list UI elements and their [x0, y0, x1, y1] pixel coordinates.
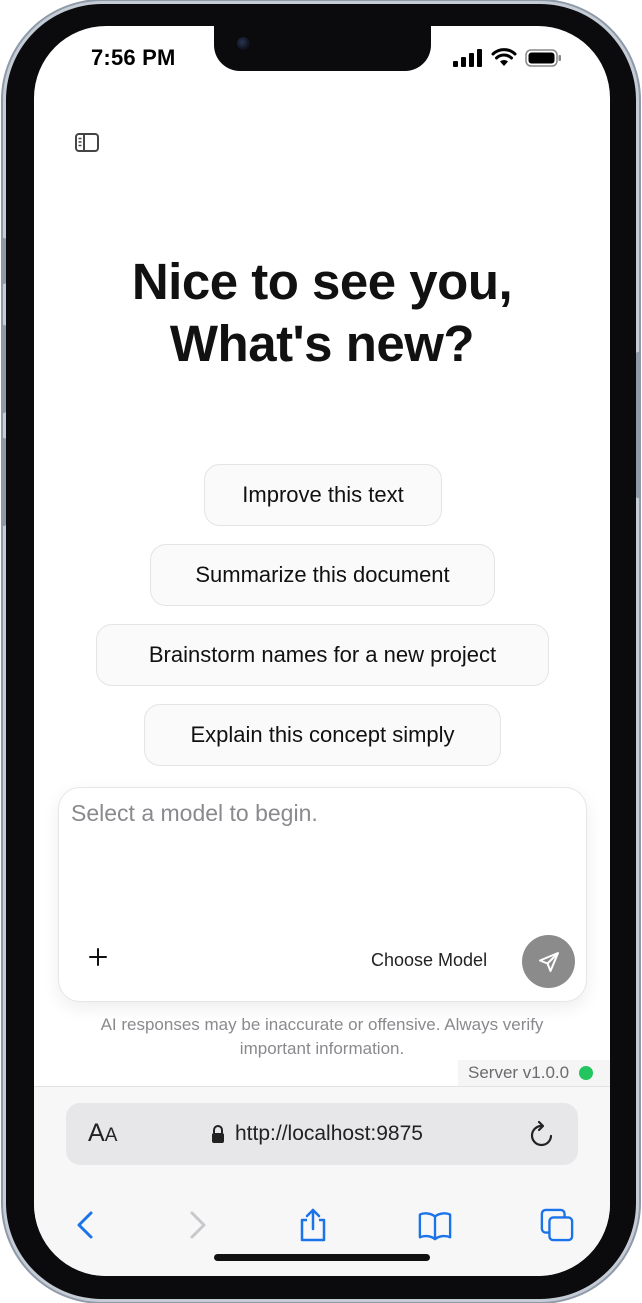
- sidebar-toggle-icon[interactable]: [74, 132, 102, 154]
- share-icon[interactable]: [296, 1207, 330, 1243]
- choose-model-button[interactable]: Choose Model: [371, 950, 487, 971]
- add-attachment-icon[interactable]: [87, 946, 109, 968]
- back-icon[interactable]: [69, 1207, 103, 1243]
- suggestion-explain-concept[interactable]: Explain this concept simply: [144, 704, 501, 766]
- status-icons: [453, 48, 562, 67]
- message-composer: Choose Model: [58, 787, 587, 1002]
- power-button: [636, 352, 641, 498]
- server-version: Server v1.0.0: [468, 1063, 570, 1082]
- server-status-dot: [579, 1066, 594, 1080]
- volume-up-button: [1, 325, 6, 413]
- cellular-signal-icon: [453, 48, 482, 67]
- lock-icon: [212, 1125, 224, 1143]
- url-text: http://localhost:9875: [235, 1122, 423, 1145]
- browser-toolbar: AA http://localhost:9875: [34, 1086, 610, 1276]
- home-indicator: [214, 1254, 430, 1261]
- camera-icon: [237, 37, 250, 50]
- address-bar[interactable]: AA http://localhost:9875: [66, 1103, 578, 1165]
- title-line-2: What's new?: [169, 315, 475, 372]
- forward-icon[interactable]: [180, 1207, 214, 1243]
- send-button[interactable]: [522, 935, 575, 988]
- reader-settings-button[interactable]: AA: [88, 1119, 117, 1148]
- wifi-icon: [491, 48, 517, 66]
- screen: 7:56 PM Nice to see you, What's new? Imp…: [34, 26, 610, 1276]
- battery-icon: [525, 48, 561, 67]
- reload-icon[interactable]: [528, 1119, 556, 1149]
- server-status: Server v1.0.0: [458, 1060, 610, 1086]
- bookmarks-icon[interactable]: [418, 1207, 452, 1243]
- status-time: 7:56 PM: [91, 45, 176, 70]
- tabs-icon[interactable]: [540, 1207, 574, 1243]
- action-button: [1, 238, 6, 284]
- suggestion-summarize-document[interactable]: Summarize this document: [150, 544, 495, 606]
- title-line-1: Nice to see you,: [131, 253, 513, 310]
- volume-down-button: [1, 438, 6, 526]
- ai-disclaimer: AI responses may be inaccurate or offens…: [100, 1015, 544, 1058]
- suggestion-improve-text[interactable]: Improve this text: [204, 464, 442, 526]
- url-display: http://localhost:9875: [211, 1122, 423, 1146]
- message-input[interactable]: [71, 800, 571, 920]
- send-icon: [538, 951, 559, 972]
- page-title: Nice to see you, What's new?: [34, 251, 610, 375]
- suggestion-brainstorm-names[interactable]: Brainstorm names for a new project: [96, 624, 549, 686]
